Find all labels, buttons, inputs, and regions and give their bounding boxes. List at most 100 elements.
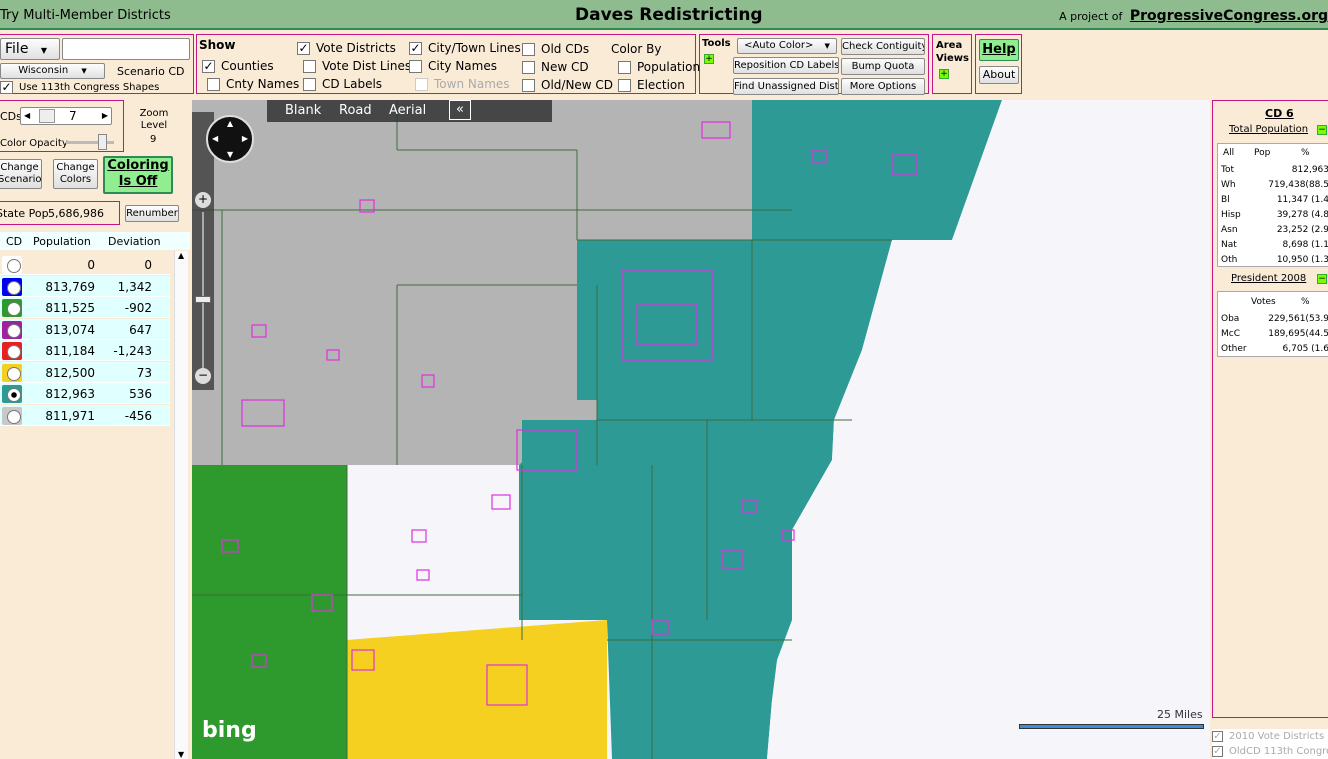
file-panel: File ▼ Wisconsin ▼ Scenario CD ✓ Use 113… bbox=[0, 34, 194, 94]
use-113th-checkbox[interactable]: ✓ Use 113th Congress Shapes bbox=[0, 81, 159, 94]
district-color-swatch[interactable] bbox=[2, 406, 22, 425]
state-pop-label: State Pop bbox=[0, 207, 49, 220]
district-row[interactable]: 812,500 73 bbox=[0, 361, 170, 383]
stat-label: Oba bbox=[1221, 314, 1240, 324]
state-pop-value: 5,686,986 bbox=[48, 207, 104, 220]
district-color-swatch[interactable] bbox=[2, 342, 22, 360]
district-radio[interactable] bbox=[7, 366, 21, 381]
bump-quota-button[interactable]: Bump Quota bbox=[841, 58, 925, 75]
district-color-swatch[interactable] bbox=[2, 299, 22, 317]
counties-checkbox[interactable]: ✓ Counties bbox=[202, 59, 274, 73]
district-row[interactable]: 813,074 647 bbox=[0, 318, 170, 340]
zoom-out-icon[interactable]: − bbox=[195, 368, 211, 384]
pan-up-icon[interactable]: ▲ bbox=[227, 119, 233, 128]
vote-districts-checkbox[interactable]: ✓ Vote Districts bbox=[297, 41, 396, 55]
layer-oldcd-checkbox[interactable]: ✓ OldCD 113th Congress bbox=[1212, 746, 1328, 757]
change-colors-button[interactable]: Change Colors bbox=[53, 159, 98, 189]
district-radio[interactable] bbox=[7, 409, 21, 424]
color-by-election-checkbox[interactable]: Election bbox=[618, 78, 685, 92]
opacity-slider[interactable] bbox=[66, 134, 114, 150]
opacity-slider-thumb[interactable] bbox=[98, 134, 107, 150]
check-contiguity-button[interactable]: Check Contiguity bbox=[841, 38, 925, 55]
about-button[interactable]: About bbox=[979, 66, 1019, 84]
collapse-tabs-button[interactable]: « bbox=[449, 100, 471, 120]
stat-value: 229,561(53.9 bbox=[1268, 314, 1328, 324]
district-row[interactable]: 00 bbox=[0, 254, 170, 275]
election-collapse-icon[interactable]: − bbox=[1317, 274, 1327, 284]
new-cd-checkbox[interactable]: New CD bbox=[522, 60, 589, 74]
chevron-right-icon[interactable]: ▶ bbox=[102, 108, 108, 124]
cnty-names-checkbox[interactable]: Cnty Names bbox=[207, 77, 299, 91]
zoom-track[interactable] bbox=[202, 212, 204, 370]
old-cds-checkbox[interactable]: Old CDs bbox=[522, 42, 589, 56]
cds-stepper[interactable]: ◀ 7 ▶ bbox=[20, 107, 112, 125]
find-unassigned-button[interactable]: Find Unassigned Dists bbox=[733, 78, 839, 95]
file-menu-button[interactable]: File ▼ bbox=[0, 38, 60, 60]
tab-road[interactable]: Road bbox=[339, 103, 372, 118]
district-radio[interactable] bbox=[7, 302, 21, 316]
reposition-cd-labels-button[interactable]: Reposition CD Labels bbox=[733, 57, 839, 74]
district-radio[interactable] bbox=[7, 388, 21, 402]
election-link[interactable]: President 2008 bbox=[1231, 273, 1306, 284]
town-names-checkbox[interactable]: Town Names bbox=[415, 77, 510, 91]
district-row[interactable]: 811,525 -902 bbox=[0, 297, 170, 318]
district-radio[interactable] bbox=[7, 323, 21, 338]
stat-label: Nat bbox=[1221, 240, 1237, 250]
pan-down-icon[interactable]: ▼ bbox=[227, 150, 233, 159]
more-options-button[interactable]: More Options bbox=[841, 78, 925, 95]
city-names-checkbox[interactable]: City Names bbox=[409, 59, 497, 73]
map-view[interactable]: Blank Road Aerial « + − ▲ ◀ ▶ ▼ bing 25 … bbox=[192, 100, 1210, 759]
district-color-swatch[interactable] bbox=[2, 277, 22, 296]
tools-expand-icon[interactable]: + bbox=[704, 54, 714, 64]
district-deviation: 73 bbox=[136, 365, 152, 380]
area-views-expand-icon[interactable]: + bbox=[939, 69, 949, 79]
pan-left-icon[interactable]: ◀ bbox=[212, 134, 218, 143]
progressive-congress-link[interactable]: ProgressiveCongress.org bbox=[1130, 8, 1328, 24]
old-new-cd-checkbox[interactable]: Old/New CD bbox=[522, 78, 613, 92]
scroll-up-icon[interactable]: ▲ bbox=[178, 251, 184, 260]
chevron-left-icon[interactable]: ◀ bbox=[24, 108, 30, 124]
coloring-toggle-button[interactable]: Coloring Is Off bbox=[103, 156, 173, 194]
help-button[interactable]: Help bbox=[979, 39, 1019, 61]
renumber-button[interactable]: Renumber bbox=[125, 205, 179, 222]
vote-dist-lines-checkbox[interactable]: Vote Dist Lines bbox=[303, 59, 411, 73]
district-color-swatch[interactable] bbox=[2, 363, 22, 382]
total-pop-collapse-icon[interactable]: − bbox=[1317, 125, 1327, 135]
district-row[interactable]: 811,971 -456 bbox=[0, 404, 170, 426]
tab-aerial[interactable]: Aerial bbox=[389, 103, 426, 118]
city-town-lines-checkbox[interactable]: ✓ City/Town Lines bbox=[409, 41, 521, 55]
zoom-in-icon[interactable]: + bbox=[195, 192, 211, 208]
pan-compass-icon[interactable]: ▲ ◀ ▶ ▼ bbox=[206, 115, 254, 163]
file-search-input[interactable] bbox=[62, 38, 190, 60]
district-scrollbar[interactable]: ▲ ▼ bbox=[174, 251, 188, 759]
district-row[interactable]: 813,769 1,342 bbox=[0, 275, 170, 297]
cd-labels-checkbox[interactable]: CD Labels bbox=[303, 77, 382, 91]
district-row[interactable]: 812,963 536 bbox=[0, 383, 170, 404]
district-color-swatch[interactable] bbox=[2, 256, 22, 274]
left-panel: CDs ◀ 7 ▶ Color Opacity Zoom Level 9 Cha… bbox=[0, 96, 190, 759]
chevron-down-icon: ▼ bbox=[40, 46, 48, 55]
change-scenario-button[interactable]: Change Scenario bbox=[0, 159, 42, 189]
checkbox-box bbox=[522, 78, 535, 92]
district-color-swatch[interactable] bbox=[2, 320, 22, 339]
district-radio[interactable] bbox=[7, 345, 21, 359]
zoom-thumb[interactable] bbox=[195, 296, 211, 303]
district-row[interactable]: 811,184 -1,243 bbox=[0, 340, 170, 361]
pan-right-icon[interactable]: ▶ bbox=[242, 134, 248, 143]
stepper-thumb[interactable] bbox=[39, 109, 55, 123]
scroll-down-icon[interactable]: ▼ bbox=[178, 750, 184, 759]
color-by-population-checkbox[interactable]: Population bbox=[618, 60, 700, 74]
district-map[interactable] bbox=[192, 100, 1210, 759]
total-population-link[interactable]: Total Population bbox=[1229, 124, 1308, 135]
chevron-down-icon: ▼ bbox=[824, 42, 830, 50]
layer-2010-checkbox[interactable]: ✓ 2010 Vote Districts bbox=[1212, 731, 1324, 742]
district-radio[interactable] bbox=[7, 259, 21, 273]
auto-color-select[interactable]: <Auto Color> ▼ bbox=[737, 38, 837, 54]
district-radio[interactable] bbox=[7, 280, 21, 295]
multi-member-link[interactable]: Try Multi-Member Districts bbox=[0, 8, 171, 23]
tab-blank[interactable]: Blank bbox=[285, 103, 321, 118]
col-population-header: Population bbox=[33, 235, 91, 248]
district-color-swatch[interactable] bbox=[2, 385, 22, 403]
state-select[interactable]: Wisconsin ▼ bbox=[0, 63, 105, 79]
district-population: 813,074 bbox=[45, 322, 95, 337]
